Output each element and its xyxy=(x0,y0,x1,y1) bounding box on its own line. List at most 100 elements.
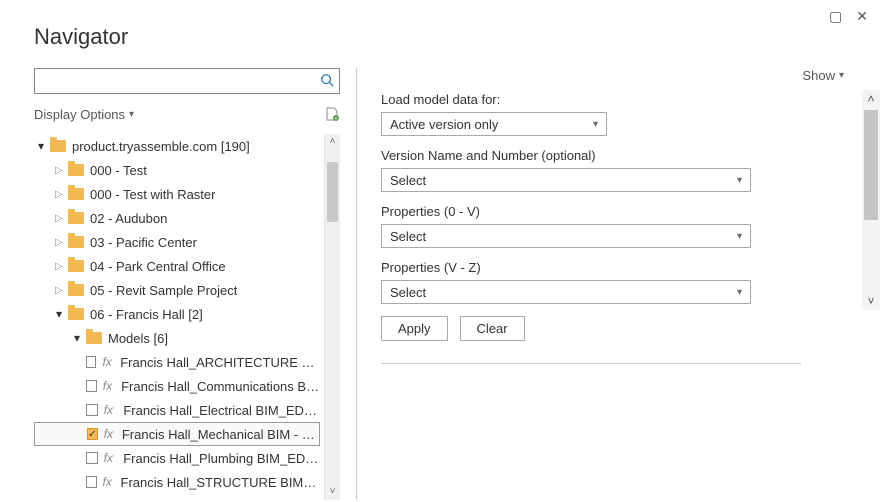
expander-icon[interactable] xyxy=(52,188,66,200)
folder-icon xyxy=(68,212,84,224)
tree-models-label: Models [6] xyxy=(108,331,168,346)
load-model-value: Active version only xyxy=(390,117,498,132)
properties-0v-select[interactable]: Select ▾ xyxy=(381,224,751,248)
apply-button[interactable]: Apply xyxy=(381,316,448,341)
expander-icon[interactable] xyxy=(52,260,66,272)
chevron-down-icon: ▾ xyxy=(129,109,134,120)
tree-model-item[interactable]: fx Francis Hall_ARCHITECTURE BIM_20... xyxy=(34,350,320,374)
properties-vz-value: Select xyxy=(390,285,426,300)
fx-icon: fx xyxy=(104,451,118,465)
tree-folder[interactable]: 02 - Audubon xyxy=(34,206,320,230)
load-model-select[interactable]: Active version only ▾ xyxy=(381,112,607,136)
model-checkbox[interactable] xyxy=(86,380,97,392)
version-name-label: Version Name and Number (optional) xyxy=(381,148,856,163)
folder-icon xyxy=(68,188,84,200)
folder-icon xyxy=(68,236,84,248)
model-label: Francis Hall_ARCHITECTURE BIM_20... xyxy=(120,355,320,370)
properties-0v-value: Select xyxy=(390,229,426,244)
expander-icon[interactable] xyxy=(34,139,48,153)
refresh-icon[interactable]: + xyxy=(324,106,340,122)
tree-folder[interactable]: 000 - Test xyxy=(34,158,320,182)
section-divider xyxy=(381,363,801,364)
fx-icon: fx xyxy=(102,355,114,369)
display-options-dropdown[interactable]: Display Options ▾ xyxy=(34,107,134,122)
tree-folder-label: 000 - Test with Raster xyxy=(90,187,215,202)
tree-folder-label: 02 - Audubon xyxy=(90,211,167,226)
tree-folder-label: 04 - Park Central Office xyxy=(90,259,226,274)
properties-vz-select[interactable]: Select ▾ xyxy=(381,280,751,304)
chevron-down-icon: ▾ xyxy=(737,231,742,242)
model-checkbox[interactable] xyxy=(86,404,98,416)
model-label: Francis Hall_Communications BIM_E... xyxy=(121,379,320,394)
show-dropdown[interactable]: Show ▾ xyxy=(802,68,844,83)
expander-icon[interactable] xyxy=(52,164,66,176)
maximize-icon[interactable]: ▢ xyxy=(829,8,842,25)
model-checkbox[interactable]: ✓ xyxy=(87,428,98,440)
tree-model-item[interactable]: fx Francis Hall_Electrical BIM_EDDIE xyxy=(34,398,320,422)
panel-scrollbar[interactable]: ˄ ˅ xyxy=(862,90,880,310)
scroll-up-icon[interactable]: ˄ xyxy=(325,134,340,150)
navigator-tree: product.tryassemble.com [190] 000 - Test… xyxy=(34,134,340,494)
model-label: Francis Hall_Mechanical BIM - SCHE... xyxy=(122,427,319,442)
scroll-thumb[interactable] xyxy=(864,110,878,220)
close-icon[interactable]: ✕ xyxy=(856,8,868,25)
model-checkbox[interactable] xyxy=(86,356,96,368)
expander-icon[interactable] xyxy=(52,284,66,296)
version-name-select[interactable]: Select ▾ xyxy=(381,168,751,192)
folder-icon xyxy=(68,308,84,320)
model-label: Francis Hall_Plumbing BIM_EDDIE xyxy=(123,451,320,466)
tree-folder[interactable]: 000 - Test with Raster xyxy=(34,182,320,206)
model-checkbox[interactable] xyxy=(86,452,98,464)
chevron-down-icon: ▾ xyxy=(593,119,598,130)
chevron-down-icon: ▾ xyxy=(737,175,742,186)
tree-models-folder[interactable]: Models [6] xyxy=(34,326,320,350)
pane-divider xyxy=(356,68,357,500)
properties-vz-label: Properties (V - Z) xyxy=(381,260,856,275)
svg-text:+: + xyxy=(335,116,338,122)
expander-icon[interactable] xyxy=(52,236,66,248)
expander-icon[interactable] xyxy=(70,331,84,345)
properties-0v-label: Properties (0 - V) xyxy=(381,204,856,219)
fx-icon: fx xyxy=(104,427,116,441)
fx-icon: fx xyxy=(103,475,115,489)
tree-model-item[interactable]: ✓ fx Francis Hall_Mechanical BIM - SCHE... xyxy=(34,422,320,446)
tree-model-item[interactable]: fxFrancis Hall_STRUCTURE BIM_ EDDIE xyxy=(34,470,320,494)
chevron-down-icon: ▾ xyxy=(839,70,844,81)
folder-icon xyxy=(68,164,84,176)
model-label: Francis Hall_Electrical BIM_EDDIE xyxy=(123,403,320,418)
scroll-down-icon[interactable]: ˅ xyxy=(325,484,340,500)
scroll-down-icon[interactable]: ˅ xyxy=(862,292,880,310)
model-checkbox[interactable] xyxy=(86,476,97,488)
display-options-label: Display Options xyxy=(34,107,125,122)
tree-root[interactable]: product.tryassemble.com [190] xyxy=(34,134,320,158)
tree-folder-expanded[interactable]: 06 - Francis Hall [2] xyxy=(34,302,320,326)
folder-icon xyxy=(68,284,84,296)
scroll-thumb[interactable] xyxy=(327,162,338,222)
expander-icon[interactable] xyxy=(52,212,66,224)
show-label: Show xyxy=(802,68,835,83)
tree-folder[interactable]: 05 - Revit Sample Project xyxy=(34,278,320,302)
search-input-container[interactable] xyxy=(34,68,340,94)
tree-model-item[interactable]: fx Francis Hall_Plumbing BIM_EDDIE xyxy=(34,446,320,470)
load-model-label: Load model data for: xyxy=(381,92,856,107)
search-icon[interactable] xyxy=(315,73,339,90)
chevron-down-icon: ▾ xyxy=(737,287,742,298)
tree-folder[interactable]: 03 - Pacific Center xyxy=(34,230,320,254)
tree-root-label: product.tryassemble.com [190] xyxy=(72,139,250,154)
clear-button[interactable]: Clear xyxy=(460,316,525,341)
fx-icon: fx xyxy=(103,379,115,393)
fx-icon: fx xyxy=(104,403,118,417)
page-title: Navigator xyxy=(0,0,880,68)
version-name-value: Select xyxy=(390,173,426,188)
expander-icon[interactable] xyxy=(52,307,66,321)
tree-model-item[interactable]: fx Francis Hall_Communications BIM_E... xyxy=(34,374,320,398)
folder-icon xyxy=(68,260,84,272)
tree-folder[interactable]: 04 - Park Central Office xyxy=(34,254,320,278)
tree-folder-label: 06 - Francis Hall [2] xyxy=(90,307,203,322)
tree-scrollbar[interactable]: ˄ ˅ xyxy=(324,134,340,500)
search-input[interactable] xyxy=(35,69,315,93)
scroll-up-icon[interactable]: ˄ xyxy=(862,90,880,108)
tree-folder-label: 03 - Pacific Center xyxy=(90,235,197,250)
folder-icon xyxy=(50,140,66,152)
folder-icon xyxy=(86,332,102,344)
